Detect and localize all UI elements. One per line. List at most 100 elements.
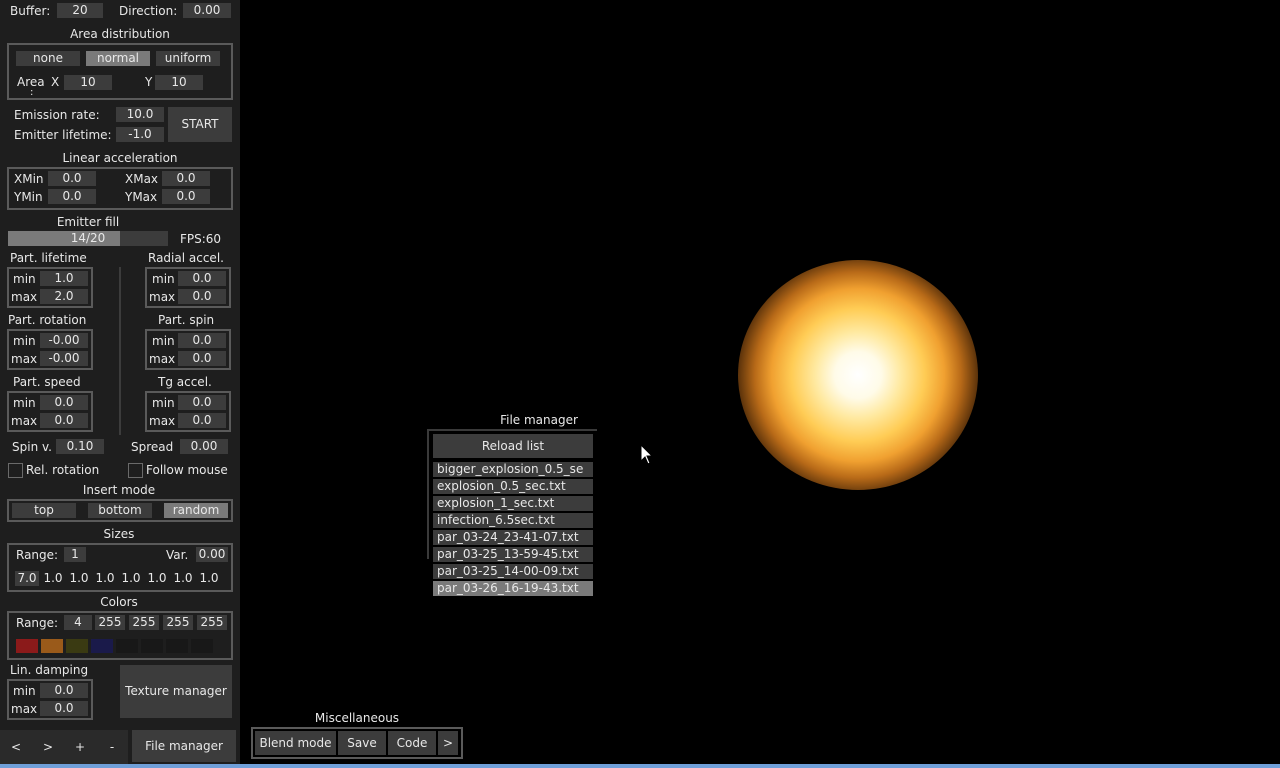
part-spin-min-input[interactable]: 0.0: [178, 333, 226, 348]
particle-glow: [738, 260, 978, 490]
spin-v-label: Spin v.: [12, 440, 52, 454]
lin-damping-max-input[interactable]: 0.0: [40, 701, 88, 716]
part-speed-min-label: min: [13, 396, 36, 410]
color-swatch[interactable]: [191, 639, 213, 653]
area-mode-normal-button[interactable]: normal: [86, 51, 150, 66]
spread-input[interactable]: 0.00: [180, 439, 228, 454]
save-button[interactable]: Save: [338, 731, 386, 755]
tg-accel-min-input[interactable]: 0.0: [178, 395, 226, 410]
lin-damping-min-input[interactable]: 0.0: [40, 683, 88, 698]
sizes-range-input[interactable]: 1: [64, 547, 86, 562]
mouse-pointer-icon: [640, 444, 654, 465]
colors-range-input[interactable]: 4: [64, 615, 92, 630]
tg-accel-max-label: max: [149, 414, 176, 428]
size-value-input[interactable]: 1.0: [67, 571, 91, 586]
color-swatch[interactable]: [166, 639, 188, 653]
buffer-input[interactable]: 20: [57, 3, 103, 18]
part-rotation-max-input[interactable]: -0.00: [40, 351, 88, 366]
add-emitter-button[interactable]: +: [64, 730, 96, 764]
prev-emitter-button[interactable]: <: [0, 730, 32, 764]
insert-mode-bottom-button[interactable]: bottom: [88, 503, 152, 518]
radial-accel-max-input[interactable]: 0.0: [178, 289, 226, 304]
color-swatch[interactable]: [41, 639, 63, 653]
file-list-item[interactable]: par_03-24_23-41-07.txt: [433, 530, 593, 545]
remove-emitter-button[interactable]: -: [96, 730, 128, 764]
tg-accel-min-label: min: [152, 396, 175, 410]
ymax-input[interactable]: 0.0: [162, 189, 210, 204]
file-list-item[interactable]: explosion_1_sec.txt: [433, 496, 593, 511]
emitter-lifetime-input[interactable]: -1.0: [116, 127, 164, 142]
size-value-input[interactable]: 1.0: [171, 571, 195, 586]
part-speed-min-input[interactable]: 0.0: [40, 395, 88, 410]
color-swatch[interactable]: [16, 639, 38, 653]
size-value-input[interactable]: 7.0: [15, 571, 39, 586]
tg-accel-title: Tg accel.: [158, 375, 212, 389]
more-button[interactable]: >: [438, 731, 458, 755]
direction-input[interactable]: 0.00: [183, 3, 231, 18]
color-channel-input[interactable]: 255: [163, 615, 193, 630]
follow-mouse-checkbox[interactable]: [128, 463, 143, 478]
file-list-item[interactable]: par_03-26_16-19-43.txt: [433, 581, 593, 596]
area-y-label: Y: [145, 75, 153, 89]
blend-mode-button[interactable]: Blend mode: [255, 731, 336, 755]
area-mode-none-button[interactable]: none: [16, 51, 80, 66]
sizes-var-input[interactable]: 0.00: [196, 547, 228, 562]
ymin-input[interactable]: 0.0: [48, 189, 96, 204]
part-spin-max-label: max: [149, 352, 176, 366]
start-button[interactable]: START: [168, 107, 232, 142]
insert-mode-top-button[interactable]: top: [12, 503, 76, 518]
xmax-input[interactable]: 0.0: [162, 171, 210, 186]
size-value-input[interactable]: 1.0: [93, 571, 117, 586]
color-channel-input[interactable]: 255: [95, 615, 125, 630]
part-rotation-min-input[interactable]: -0.00: [40, 333, 88, 348]
emitter-lifetime-label: Emitter lifetime:: [14, 128, 112, 142]
file-list-item[interactable]: infection_6.5sec.txt: [433, 513, 593, 528]
xmin-input[interactable]: 0.0: [48, 171, 96, 186]
file-manager-border: [427, 429, 429, 559]
emission-rate-input[interactable]: 10.0: [116, 107, 164, 122]
size-value-input[interactable]: 1.0: [119, 571, 143, 586]
lin-damping-max-label: max: [11, 702, 38, 716]
color-swatch[interactable]: [66, 639, 88, 653]
part-speed-max-input[interactable]: 0.0: [40, 413, 88, 428]
color-swatch[interactable]: [141, 639, 163, 653]
code-button[interactable]: Code: [388, 731, 436, 755]
emission-rate-label: Emission rate:: [14, 108, 100, 122]
size-value-input[interactable]: 1.0: [197, 571, 221, 586]
linear-acceleration-title: Linear acceleration: [62, 151, 178, 165]
part-lifetime-max-label: max: [11, 290, 38, 304]
colors-title: Colors: [100, 595, 138, 609]
area-mode-uniform-button[interactable]: uniform: [156, 51, 220, 66]
part-lifetime-min-input[interactable]: 1.0: [40, 271, 88, 286]
radial-accel-min-input[interactable]: 0.0: [178, 271, 226, 286]
color-swatch[interactable]: [91, 639, 113, 653]
color-swatch[interactable]: [116, 639, 138, 653]
tg-accel-max-input[interactable]: 0.0: [178, 413, 226, 428]
part-lifetime-max-input[interactable]: 2.0: [40, 289, 88, 304]
size-value-input[interactable]: 1.0: [41, 571, 65, 586]
color-channel-input[interactable]: 255: [197, 615, 227, 630]
area-y-input[interactable]: 10: [155, 75, 203, 90]
file-manager-button[interactable]: File manager: [132, 730, 236, 762]
file-list-item[interactable]: par_03-25_13-59-45.txt: [433, 547, 593, 562]
part-spin-max-input[interactable]: 0.0: [178, 351, 226, 366]
next-emitter-button[interactable]: >: [32, 730, 64, 764]
part-rotation-min-label: min: [13, 334, 36, 348]
insert-mode-random-button[interactable]: random: [164, 503, 228, 518]
size-value-input[interactable]: 1.0: [145, 571, 169, 586]
file-list-item[interactable]: bigger_explosion_0.5_se: [433, 462, 593, 477]
radial-accel-title: Radial accel.: [148, 251, 224, 265]
buffer-label: Buffer:: [10, 4, 51, 18]
rel-rotation-checkbox[interactable]: [8, 463, 23, 478]
reload-list-button[interactable]: Reload list: [433, 434, 593, 458]
area-x-input[interactable]: 10: [64, 75, 112, 90]
file-list-item[interactable]: par_03-25_14-00-09.txt: [433, 564, 593, 579]
spin-v-input[interactable]: 0.10: [56, 439, 104, 454]
file-list-item[interactable]: explosion_0.5_sec.txt: [433, 479, 593, 494]
part-lifetime-title: Part. lifetime: [10, 251, 87, 265]
color-channel-input[interactable]: 255: [129, 615, 159, 630]
miscellaneous-title: Miscellaneous: [314, 711, 400, 725]
spread-label: Spread: [131, 440, 174, 454]
texture-manager-button[interactable]: Texture manager: [120, 665, 232, 718]
fps-readout: FPS:60: [180, 232, 222, 246]
